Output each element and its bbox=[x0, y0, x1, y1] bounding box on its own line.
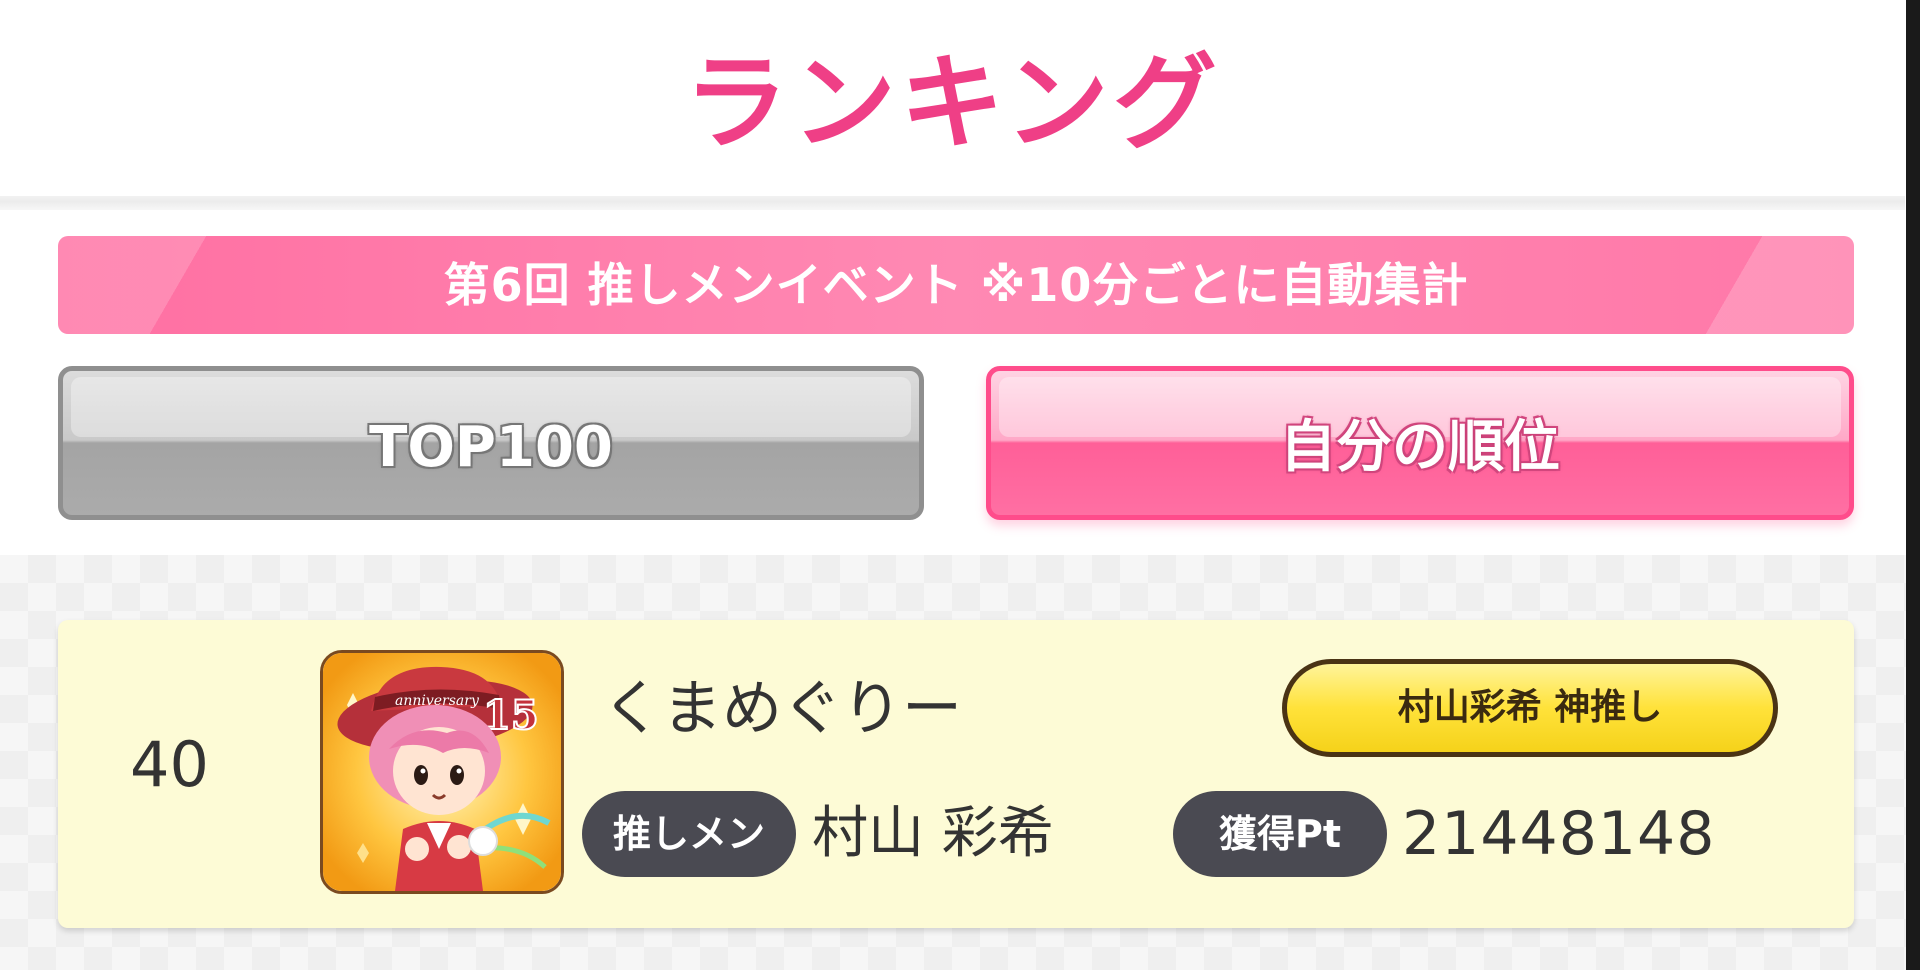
header: ランキング bbox=[0, 0, 1920, 195]
screen-edge bbox=[1906, 0, 1920, 970]
rank-number: 40 bbox=[130, 728, 209, 801]
oshimen-label-pill: 推しメン bbox=[582, 791, 796, 877]
points-value: 21448148 bbox=[1402, 799, 1716, 869]
event-banner: 第6回 推しメンイベント ※10分ごとに自動集計 bbox=[58, 236, 1854, 334]
page-title: ランキング bbox=[684, 42, 1221, 164]
points-label-pill: 獲得Pt bbox=[1173, 791, 1387, 877]
tab-my-rank-label: 自分の順位 bbox=[1280, 415, 1560, 480]
oshimen-value: 村山 彩希 bbox=[812, 801, 1054, 866]
title-badge: 村山彩希 神推し bbox=[1282, 659, 1778, 757]
tab-my-rank[interactable]: 自分の順位 bbox=[986, 366, 1854, 520]
ranking-screen: ランキング 第6回 推しメンイベント ※10分ごとに自動集計 TOP100 自分… bbox=[0, 0, 1920, 970]
player-name: くまめぐりー bbox=[602, 674, 962, 744]
anniversary-15-avatar-icon[interactable]: anniversary 15 bbox=[320, 650, 564, 894]
tab-top100-label: TOP100 bbox=[369, 415, 613, 480]
header-divider bbox=[0, 196, 1905, 210]
tab-top100[interactable]: TOP100 bbox=[58, 366, 924, 520]
